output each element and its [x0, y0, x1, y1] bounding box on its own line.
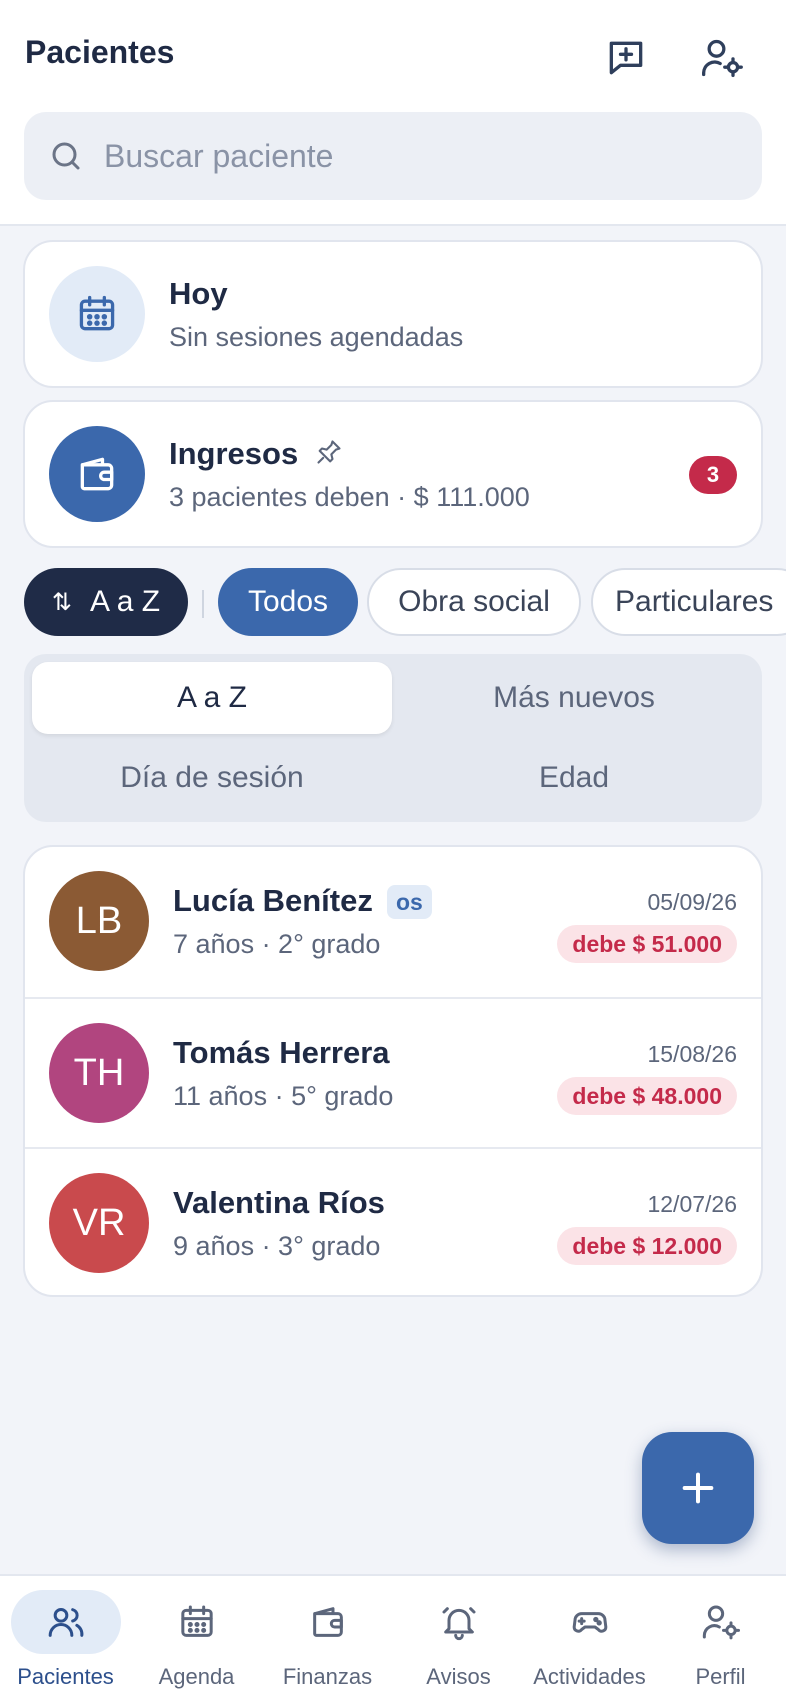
top-bar: Pacientes	[0, 0, 786, 226]
patient-meta: 11 años · 5° grado	[173, 1081, 394, 1111]
patient-name: Valentina Ríos	[173, 1185, 385, 1220]
sort-option-az[interactable]: A a Z	[32, 662, 392, 734]
patient-list: LB Lucía Benítez os 7 años · 2° grado 05…	[23, 845, 763, 1297]
patient-meta: 7 años · 2° grado	[173, 929, 381, 959]
patient-date: 12/07/26	[647, 1191, 737, 1217]
filter-chips: ⇅ A a Z Todos Obra social Particulares	[0, 568, 786, 638]
sort-chip-label: A a Z	[90, 585, 161, 618]
nav-icon-wrap	[404, 1590, 514, 1654]
bell-icon	[442, 1607, 475, 1641]
sort-option-newest[interactable]: Más nuevos	[394, 662, 754, 734]
income-icon-circle	[49, 426, 145, 522]
debt-count-badge: 3	[689, 456, 737, 494]
income-card[interactable]: Ingresos 3 pacientes deben · $ 111.000 3	[23, 400, 763, 548]
patient-name: Tomás Herrera	[173, 1035, 390, 1070]
today-icon-circle	[49, 266, 145, 362]
gamepad-icon	[572, 1612, 607, 1633]
bottom-nav: Pacientes Agenda Finanzas Avisos Activid…	[0, 1574, 786, 1704]
income-title: Ingresos	[169, 436, 299, 471]
message-plus-icon	[609, 41, 643, 75]
user-gear-icon	[702, 39, 743, 78]
calendar-icon	[180, 1605, 213, 1637]
nav-icon-wrap	[10, 1590, 121, 1654]
income-subtitle: 3 pacientes deben · $ 111.000	[169, 482, 530, 512]
wallet-icon	[312, 1607, 343, 1637]
nav-label: Avisos	[426, 1664, 491, 1689]
nav-label: Finanzas	[282, 1664, 373, 1689]
patient-row[interactable]: VR Valentina Ríos 9 años · 3° grado 12/0…	[25, 1147, 761, 1295]
search-bar[interactable]	[24, 112, 762, 200]
debt-badge: debe $ 48.000	[557, 1077, 737, 1115]
patient-date: 15/08/26	[647, 1041, 737, 1067]
sort-chip[interactable]: ⇅ A a Z	[24, 568, 188, 636]
today-card[interactable]: Hoy Sin sesiones agendadas	[23, 240, 763, 388]
search-input[interactable]	[104, 137, 704, 175]
sort-arrows-icon: ⇅	[51, 588, 73, 616]
plus-icon	[682, 1472, 714, 1504]
nav-icon-wrap	[535, 1590, 645, 1654]
chip-obra-social[interactable]: Obra social	[367, 568, 581, 636]
nav-icon-wrap	[666, 1590, 776, 1654]
add-patient-button[interactable]	[642, 1432, 754, 1544]
nav-icon-wrap	[273, 1590, 383, 1654]
sort-option-session-day[interactable]: Día de sesión	[32, 742, 392, 814]
nav-actividades[interactable]: Actividades	[524, 1576, 655, 1704]
wallet-icon	[80, 457, 114, 491]
nav-label: Agenda	[158, 1664, 235, 1689]
new-message-button[interactable]	[598, 30, 654, 86]
calendar-icon	[79, 295, 115, 331]
chip-todos[interactable]: Todos	[218, 568, 358, 636]
search-icon	[52, 142, 80, 170]
avatar: VR	[49, 1173, 149, 1273]
sort-options: A a Z Más nuevos Día de sesión Edad	[24, 654, 762, 822]
nav-icon-wrap	[142, 1590, 252, 1654]
avatar: LB	[49, 871, 149, 971]
nav-perfil[interactable]: Perfil	[655, 1576, 786, 1704]
nav-label: Pacientes	[17, 1664, 114, 1689]
nav-pacientes[interactable]: Pacientes	[0, 1576, 131, 1704]
nav-finanzas[interactable]: Finanzas	[262, 1576, 393, 1704]
patient-date: 05/09/26	[647, 889, 737, 915]
today-title: Hoy	[169, 276, 228, 311]
user-gear-icon	[702, 1605, 740, 1640]
pin-icon[interactable]	[315, 438, 343, 466]
patient-row[interactable]: TH Tomás Herrera 11 años · 5° grado 15/0…	[25, 997, 761, 1147]
obra-social-tag: os	[387, 885, 432, 919]
page-title: Pacientes	[25, 34, 175, 70]
patient-row[interactable]: LB Lucía Benítez os 7 años · 2° grado 05…	[25, 847, 761, 997]
settings-button[interactable]	[694, 30, 750, 86]
patient-name: Lucía Benítez	[173, 883, 373, 918]
debt-badge: debe $ 51.000	[557, 925, 737, 963]
chip-particulares[interactable]: Particulares	[591, 568, 786, 636]
avatar: TH	[49, 1023, 149, 1123]
chip-divider	[202, 590, 204, 618]
today-subtitle: Sin sesiones agendadas	[169, 322, 464, 352]
nav-label: Actividades	[533, 1664, 646, 1689]
nav-label: Perfil	[695, 1664, 746, 1689]
sort-option-age[interactable]: Edad	[394, 742, 754, 814]
users-icon	[48, 1608, 83, 1637]
nav-agenda[interactable]: Agenda	[131, 1576, 262, 1704]
patient-meta: 9 años · 3° grado	[173, 1231, 381, 1261]
debt-badge: debe $ 12.000	[557, 1227, 737, 1265]
nav-avisos[interactable]: Avisos	[393, 1576, 524, 1704]
